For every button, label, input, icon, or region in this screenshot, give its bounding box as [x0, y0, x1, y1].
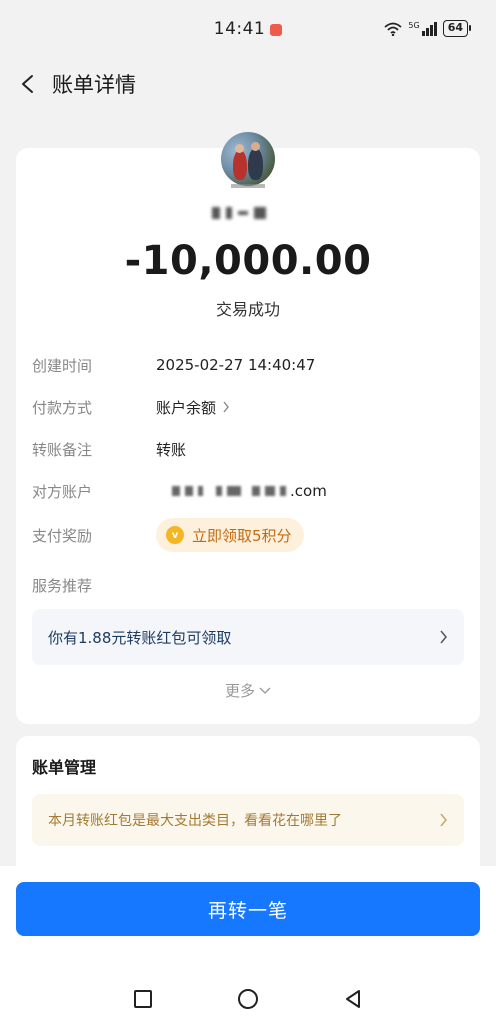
- transaction-amount: -10,000.00: [124, 238, 372, 284]
- chevron-right-icon: [440, 630, 447, 644]
- system-nav-bar: [0, 984, 496, 1014]
- coin-icon: v: [166, 526, 184, 544]
- page-title: 账单详情: [52, 73, 136, 97]
- recent-apps-icon[interactable]: [134, 990, 152, 1008]
- transfer-again-button[interactable]: 再转一笔: [16, 882, 480, 936]
- claim-points-button[interactable]: v 立即领取5积分: [156, 518, 304, 552]
- payee-name-redacted: [212, 206, 266, 220]
- payment-value: 账户余额: [156, 398, 217, 417]
- wifi-icon: [384, 22, 402, 36]
- account-value: .com: [156, 482, 327, 500]
- note-value: 转账: [156, 440, 187, 459]
- transaction-card: -10,000.00 交易成功 创建时间 2025-02-27 14:40:47…: [16, 132, 480, 724]
- detail-row-created: 创建时间 2025-02-27 14:40:47: [32, 350, 464, 380]
- detail-row-account: 对方账户 .com: [32, 476, 464, 506]
- payment-label: 付款方式: [32, 398, 93, 417]
- transaction-status: 交易成功: [215, 300, 280, 319]
- bill-banner-text: 本月转账红包是最大支出类目，看看花在哪里了: [48, 813, 342, 829]
- signal-icon: 5G: [408, 20, 437, 36]
- account-suffix: .com: [290, 482, 327, 500]
- created-label: 创建时间: [32, 356, 93, 375]
- account-label: 对方账户: [32, 482, 93, 501]
- battery-level: 64: [447, 21, 463, 34]
- chevron-right-icon: [440, 813, 447, 827]
- detail-row-payment: 付款方式 账户余额: [32, 392, 464, 422]
- status-indicators: 5G 64: [384, 20, 472, 37]
- notification-app-icon: [270, 24, 283, 36]
- battery-icon: 64: [442, 20, 472, 37]
- chevron-right-icon: [223, 401, 229, 413]
- home-icon[interactable]: [238, 989, 258, 1009]
- status-time: 14:41: [213, 19, 266, 39]
- header: 账单详情: [0, 58, 496, 110]
- signal-5g-label: 5G: [408, 20, 420, 30]
- service-label: 服务推荐: [32, 577, 93, 595]
- created-value: 2025-02-27 14:40:47: [156, 356, 316, 374]
- note-label: 转账备注: [32, 440, 93, 459]
- bill-management-card: 账单管理 本月转账红包是最大支出类目，看看花在哪里了: [16, 736, 480, 876]
- spending-insight-banner[interactable]: 本月转账红包是最大支出类目，看看花在哪里了: [32, 794, 464, 846]
- detail-row-reward: 支付奖励 v 立即领取5积分: [32, 518, 464, 552]
- nav-back-icon[interactable]: [344, 989, 362, 1009]
- detail-row-note: 转账备注 转账: [32, 434, 464, 464]
- bill-management-title: 账单管理: [32, 758, 97, 777]
- account-redacted: [156, 486, 286, 496]
- status-bar: 14:41 5G 64: [0, 0, 496, 58]
- payment-method-link[interactable]: 账户余额: [156, 397, 230, 418]
- bottom-bar: 再转一笔: [0, 866, 496, 1024]
- avatar-shadow: [231, 184, 265, 188]
- reward-value: 立即领取5积分: [192, 526, 292, 545]
- more-button[interactable]: 更多: [16, 680, 480, 701]
- reward-label: 支付奖励: [32, 526, 93, 545]
- more-label: 更多: [224, 682, 255, 700]
- avatar[interactable]: [221, 132, 275, 186]
- back-arrow-icon[interactable]: [18, 74, 38, 94]
- chevron-down-icon: [259, 687, 271, 694]
- red-packet-banner[interactable]: 你有1.88元转账红包可领取: [32, 609, 464, 665]
- service-banner-text: 你有1.88元转账红包可领取: [48, 628, 232, 647]
